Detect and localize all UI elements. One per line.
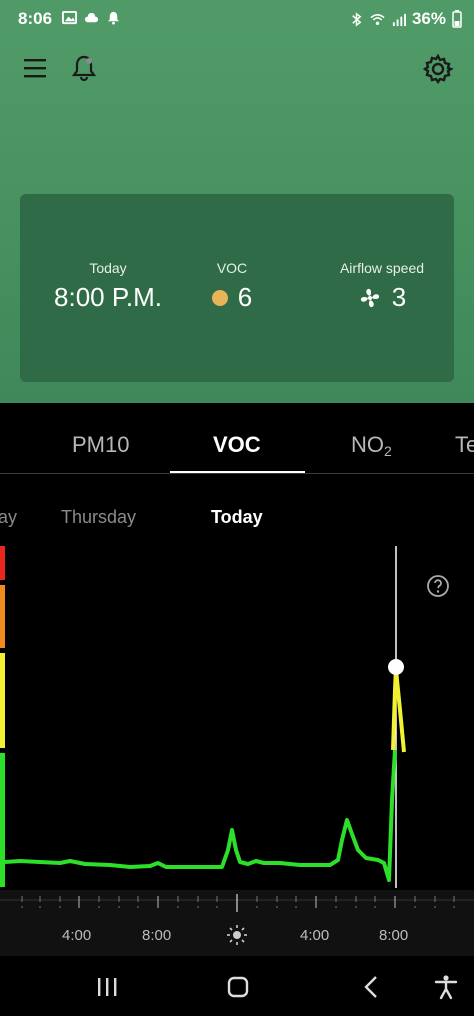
scale-orange [0,585,5,648]
status-time: 8:06 [18,9,53,28]
battery-percent: 36% [411,9,446,28]
day-today[interactable]: Today [211,507,263,528]
current-point-marker [388,659,404,675]
tab-no2[interactable]: NO2 [351,432,392,459]
voc-label: VOC [216,260,248,276]
tab-no2-subscript: 2 [384,443,392,459]
bell-icon[interactable] [70,54,98,82]
home-icon[interactable] [225,974,251,1000]
tab-voc[interactable]: VOC [213,432,261,458]
voc-chart[interactable] [0,540,474,890]
tabs-divider [0,473,474,474]
cloud-icon [84,12,99,23]
recent-apps-icon[interactable] [94,974,120,1000]
bluetooth-icon [352,11,362,27]
tab-pm10[interactable]: PM10 [72,432,129,458]
battery-icon [452,10,462,28]
fan-icon [360,288,379,307]
help-icon[interactable] [426,574,450,598]
tick-label-8pm: 8:00 [379,927,409,944]
today-label: Today [89,260,127,276]
system-nav-bar [0,956,474,1016]
scale-red [0,546,5,580]
gear-icon[interactable] [422,53,454,85]
header: Today 8:00 P.M. VOC 6 Airflow speed 3 [0,36,474,403]
gallery-icon [62,10,77,25]
back-icon[interactable] [359,974,385,1000]
time-value: 8:00 P.M. [54,282,162,312]
tick-label-4pm: 4:00 [300,927,330,944]
tab-no2-label: NO [351,432,384,457]
airflow-label: Airflow speed [339,260,425,276]
voc-value: 6 [237,282,253,312]
today-column: Today 8:00 P.M. [38,260,178,313]
summary-card: Today 8:00 P.M. VOC 6 Airflow speed 3 [20,194,454,382]
time-axis[interactable]: 4:00 8:00 4:00 8:00 [0,890,474,956]
voc-column: VOC 6 [180,260,284,313]
tab-temperature[interactable]: Te [455,432,474,458]
airflow-value-row: 3 [318,282,446,313]
wifi-icon [370,13,385,25]
voc-line-green [4,749,397,882]
airflow-column: Airflow speed 3 [318,260,446,313]
notification-bell-icon [107,11,120,25]
airflow-value: 3 [391,282,407,312]
accessibility-icon[interactable] [433,974,459,1000]
voc-status-dot [211,289,228,306]
sun-icon [227,925,247,945]
voc-line-yellow [391,665,406,753]
voc-value-row: 6 [180,282,284,313]
status-bar: 8:06 36% [0,0,474,36]
day-previous[interactable]: ay [0,507,17,528]
status-right: 36% [349,9,462,29]
menu-icon[interactable] [22,56,48,80]
tick-label-8am: 8:00 [142,927,172,944]
moon-icon-right [463,925,472,943]
day-thursday[interactable]: Thursday [61,507,136,528]
moon-icon-left [0,927,4,943]
signal-icon [392,13,406,26]
tick-label-4am: 4:00 [62,927,92,944]
time-axis-ticks [0,894,474,912]
status-left-icons [62,10,121,25]
scale-green [0,753,5,887]
pollutant-tabs: PM10 VOC NO2 Te [0,403,474,475]
scale-yellow [0,653,5,748]
